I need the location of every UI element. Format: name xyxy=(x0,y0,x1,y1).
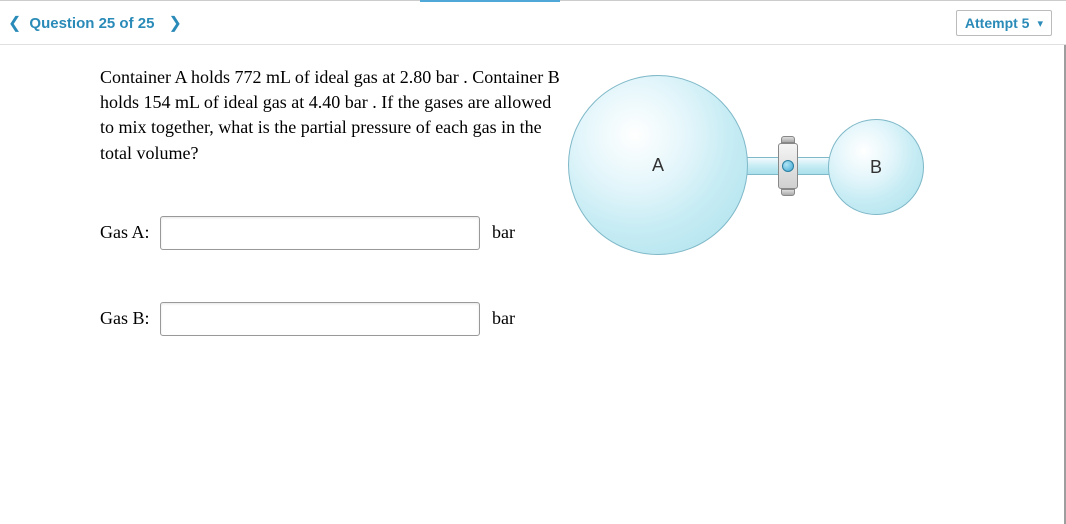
gas-b-label: Gas B: xyxy=(100,308,160,329)
valve-indicator xyxy=(782,160,794,172)
valve-cap-top xyxy=(781,136,795,143)
problem-column: Container A holds 772 mL of ideal gas at… xyxy=(0,65,560,524)
question-header: ❮ Question 25 of 25 ❯ Attempt 5 ▾ xyxy=(0,0,1066,45)
top-progress-segment xyxy=(420,0,560,2)
gas-b-row: Gas B: bar xyxy=(100,302,560,336)
prev-question-icon[interactable]: ❮ xyxy=(6,13,23,33)
sphere-a-label: A xyxy=(652,155,664,176)
attempt-dropdown[interactable]: Attempt 5 ▾ xyxy=(956,10,1052,36)
gas-b-unit: bar xyxy=(492,308,515,329)
sphere-b-label: B xyxy=(870,157,882,178)
question-label: Question 25 of 25 xyxy=(29,15,154,32)
content-area: Container A holds 772 mL of ideal gas at… xyxy=(0,45,1066,524)
question-nav: ❮ Question 25 of 25 ❯ xyxy=(6,13,186,33)
next-question-icon[interactable]: ❯ xyxy=(164,13,185,33)
caret-down-icon: ▾ xyxy=(1037,17,1043,30)
attempt-label: Attempt 5 xyxy=(965,15,1030,31)
gas-b-input[interactable] xyxy=(160,302,480,336)
sphere-b: B xyxy=(828,119,924,215)
problem-text: Container A holds 772 mL of ideal gas at… xyxy=(100,65,560,166)
gas-a-label: Gas A: xyxy=(100,222,160,243)
sphere-a: A xyxy=(568,75,748,255)
gas-a-unit: bar xyxy=(492,222,515,243)
valve-cap-bottom xyxy=(781,189,795,196)
gas-a-input[interactable] xyxy=(160,216,480,250)
container-diagram: A B xyxy=(560,65,1064,305)
gas-a-row: Gas A: bar xyxy=(100,216,560,250)
